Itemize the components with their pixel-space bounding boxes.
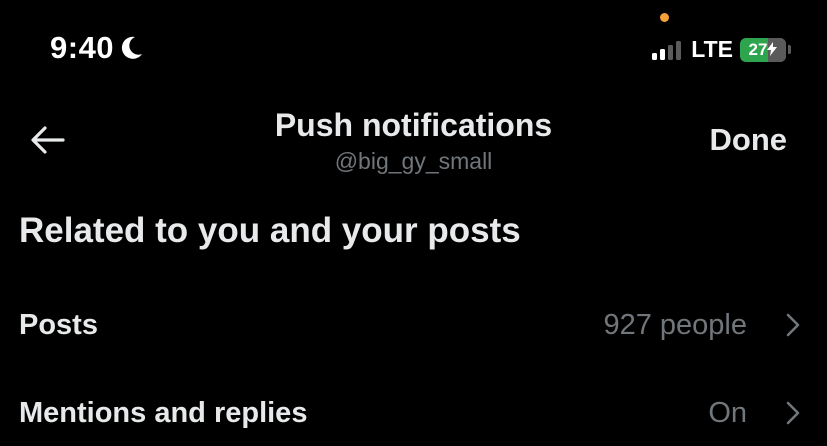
battery-icon: 27 (740, 37, 791, 62)
done-button[interactable]: Done (710, 122, 788, 158)
signal-bar (652, 52, 658, 60)
network-type-label: LTE (691, 36, 733, 62)
bolt-icon (767, 41, 778, 56)
row-value: On (708, 396, 747, 429)
chevron-right-icon (785, 313, 801, 337)
row-value: 927 people (603, 308, 747, 341)
battery-body: 27 (740, 37, 786, 62)
signal-bar (676, 40, 682, 60)
privacy-indicator-dot (660, 13, 669, 22)
page-header: Push notifications @big_gy_small (0, 105, 827, 176)
signal-bar (660, 48, 666, 60)
status-bar-indicators: LTE 27 (652, 36, 791, 63)
setting-row-mentions-and-replies[interactable]: Mentions and replies On (0, 383, 827, 443)
account-handle: @big_gy_small (334, 148, 493, 174)
cellular-signal-icon (652, 40, 682, 60)
status-bar-time: 9:40 (50, 30, 144, 66)
row-label: Posts (19, 308, 98, 341)
moon-icon (120, 35, 144, 61)
page-title: Push notifications (274, 107, 553, 143)
chevron-right-icon (785, 401, 801, 425)
section-heading: Related to you and your posts (19, 211, 521, 250)
status-time-text: 9:40 (50, 30, 115, 65)
battery-percentage: 27 (748, 39, 768, 59)
battery-cap (788, 45, 791, 54)
back-button[interactable] (24, 118, 72, 162)
row-label: Mentions and replies (19, 396, 308, 429)
arrow-left-icon (31, 126, 65, 154)
setting-row-posts[interactable]: Posts 927 people (0, 295, 827, 355)
signal-bar (668, 44, 674, 60)
